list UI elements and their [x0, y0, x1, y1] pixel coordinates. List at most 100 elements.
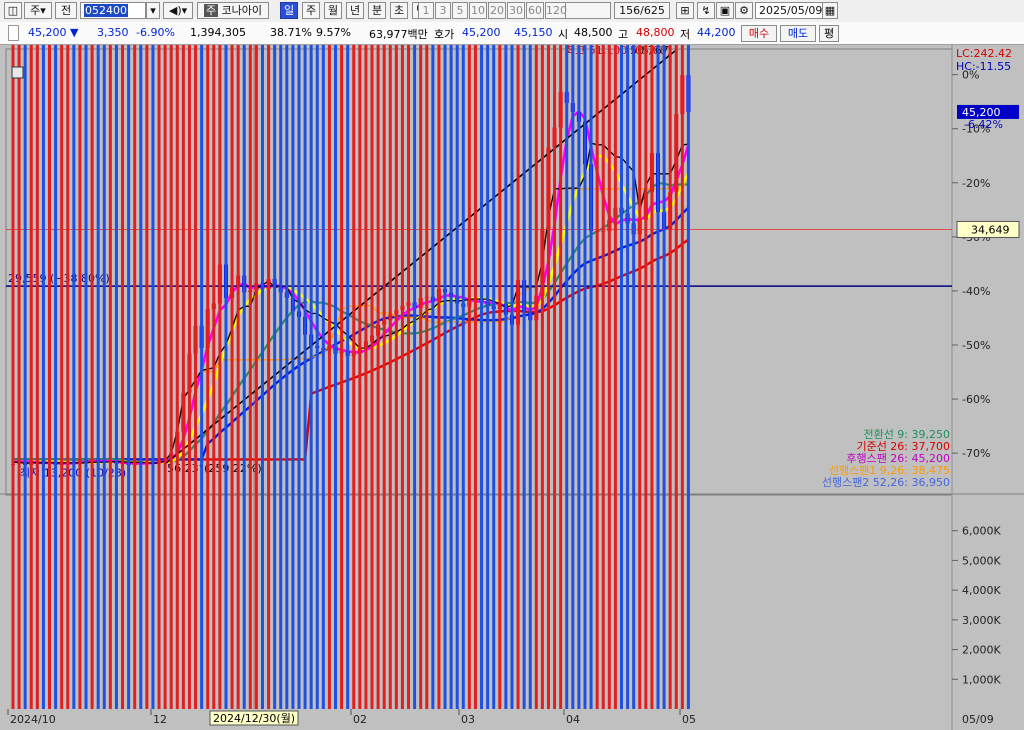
market-type-select[interactable]: 주▾: [24, 2, 52, 19]
volume-bar: [504, 45, 508, 709]
interval-button-3[interactable]: 3: [435, 2, 451, 19]
volume-bar: [41, 45, 45, 709]
quote-high: 48,800: [636, 26, 675, 39]
y-tick-label: -60%: [962, 393, 990, 406]
y-tick-label: -70%: [962, 447, 990, 460]
x-tick-label: 05: [682, 713, 696, 726]
period-button-4[interactable]: 분: [368, 2, 386, 19]
interval-button-10[interactable]: 10: [469, 2, 487, 19]
volume-bar: [571, 45, 575, 709]
volume-bar: [151, 45, 155, 709]
quote-change: 3,350: [97, 26, 129, 39]
volume-bar: [248, 45, 252, 709]
chart-toolbar: ◫ 주▾ 전 052400 ▾ ◀)▾ 주 코나아이 156/625 ⊞ ↯ ▣…: [0, 0, 1024, 23]
stock-name: 코나아이: [221, 4, 263, 17]
volume-bar: [60, 45, 64, 710]
prev-button[interactable]: 전: [55, 2, 77, 19]
volume-bar: [54, 45, 58, 709]
volume-bar: [334, 45, 338, 709]
volume-bar: [632, 45, 636, 709]
stock-code-input[interactable]: 052400: [80, 2, 146, 19]
save-icon[interactable]: ▣: [716, 2, 734, 19]
market-type-label: 주: [30, 4, 41, 17]
volume-bar: [17, 45, 21, 709]
volume-bar: [340, 45, 344, 709]
interval-button-30[interactable]: 30: [507, 2, 525, 19]
volume-bar: [364, 45, 368, 709]
volume-bar: [29, 45, 33, 710]
volume-bar: [400, 45, 404, 709]
volume-bar: [194, 45, 198, 709]
quote-turnover: 9.57%: [316, 26, 351, 39]
volume-bar: [370, 45, 374, 709]
interval-button-5[interactable]: 5: [452, 2, 468, 19]
volume-tick-label: 1,000K: [962, 673, 1001, 686]
volume-bar: [668, 45, 672, 709]
eval-button[interactable]: 평: [819, 25, 839, 42]
volume-bar: [553, 45, 557, 709]
volume-bar: [84, 45, 88, 709]
period-button-3[interactable]: 년: [346, 2, 364, 19]
last-date-label: 05/09: [962, 713, 994, 726]
low-label: 저: [680, 28, 691, 41]
window-icon[interactable]: ◫: [4, 2, 22, 19]
crosshair-price-text: 34,649: [971, 223, 1010, 236]
date-input[interactable]: 2025/05/09: [755, 2, 823, 19]
buy-button[interactable]: 매수: [741, 25, 777, 42]
volume-bar: [96, 45, 100, 710]
volume-bar: [498, 45, 502, 709]
calendar-icon[interactable]: ▦: [822, 2, 838, 19]
interval-button-60[interactable]: 60: [526, 2, 544, 19]
line-draw-icon[interactable]: ↯: [697, 2, 715, 19]
bar-count: 156/625: [614, 2, 670, 19]
volume-bar: [90, 45, 94, 709]
volume-bar: [127, 45, 131, 710]
quote-bid: 45,150: [514, 26, 553, 39]
volume-bar: [230, 45, 234, 709]
volume-bar: [254, 45, 258, 709]
settings-grid-icon[interactable]: ⊞: [676, 2, 694, 19]
volume-bar: [133, 45, 137, 709]
volume-bar: [425, 45, 429, 709]
volume-bar: [680, 45, 684, 709]
sell-button[interactable]: 매도: [780, 25, 816, 42]
current-pct-text: -6.42%: [964, 118, 1003, 131]
gear-icon[interactable]: ⚙: [735, 2, 753, 19]
period-button-5[interactable]: 초: [390, 2, 408, 19]
volume-bar: [510, 45, 514, 709]
interval-button-1[interactable]: 1: [418, 2, 434, 19]
volume-bar: [321, 45, 325, 709]
buy-label: 매수: [748, 27, 770, 40]
period-button-0[interactable]: 일: [280, 2, 298, 19]
volume-bar: [522, 45, 526, 709]
volume-bar: [236, 45, 240, 709]
volume-bar: [169, 45, 173, 710]
price-chart-svg[interactable]: 0%-10%-20%-30%-40%-50%-60%-70%6,000K5,00…: [0, 45, 1024, 730]
quote-change-pct: -6.90%: [136, 26, 175, 39]
volume-bar: [467, 45, 471, 709]
quote-handle[interactable]: [8, 25, 19, 41]
interval-button-20[interactable]: 20: [488, 2, 506, 19]
period-button-2[interactable]: 월: [324, 2, 342, 19]
period-button-1[interactable]: 주: [302, 2, 320, 19]
speaker-icon[interactable]: ◀)▾: [163, 2, 193, 19]
volume-bar: [181, 45, 185, 709]
hoga-label: 호가: [434, 28, 455, 41]
code-dropdown-icon[interactable]: ▾: [146, 2, 160, 19]
volume-bar: [175, 45, 179, 709]
volume-bar: [260, 45, 264, 709]
volume-bar: [388, 45, 392, 709]
volume-bar: [449, 45, 453, 709]
volume-bar: [200, 45, 204, 709]
volume-bar: [218, 45, 222, 709]
volume-bar: [303, 45, 307, 709]
hc-label: HC:-11.55: [956, 60, 1011, 73]
volume-bar: [516, 45, 520, 709]
x-tick-label: 04: [566, 713, 580, 726]
volume-bar: [121, 45, 125, 709]
stock-name-box[interactable]: 주 코나아이: [197, 2, 269, 19]
volume-bar: [674, 45, 678, 709]
reference-hline-label: 29,559 (−38.80%): [8, 272, 110, 285]
chart-area[interactable]: 0%-10%-20%-30%-40%-50%-60%-70%6,000K5,00…: [0, 45, 1024, 730]
interval-button-120[interactable]: 120: [545, 2, 567, 19]
